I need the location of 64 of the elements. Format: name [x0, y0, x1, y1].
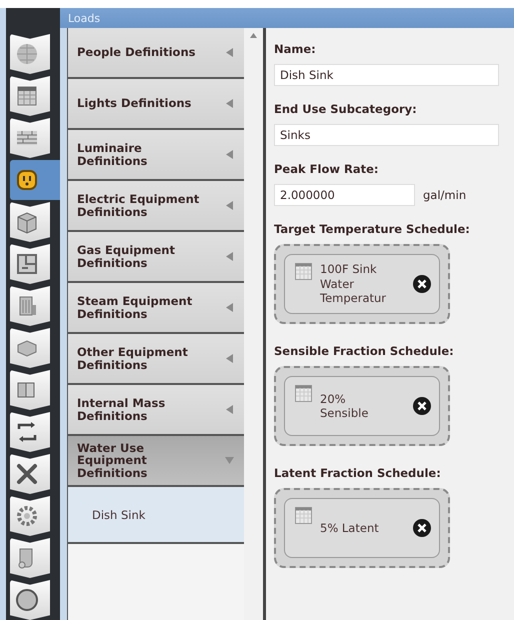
sidebar-tab[interactable] — [10, 118, 50, 158]
remove-icon[interactable] — [413, 397, 431, 415]
floor-plan-icon — [14, 251, 40, 277]
field-label: Sensible Fraction Schedule: — [274, 344, 455, 358]
caret-icon — [225, 99, 234, 108]
category-row[interactable]: Other Equipment Definitions — [68, 334, 244, 385]
sidebar-tab[interactable] — [10, 370, 50, 410]
caret-icon — [225, 456, 234, 465]
sidebar-tab[interactable] — [10, 244, 50, 284]
caret-icon — [225, 201, 234, 210]
list-item[interactable]: Dish Sink — [68, 487, 244, 544]
input-field[interactable]: 2.000000 — [274, 184, 415, 206]
schedule-card[interactable]: 20% Sensible — [284, 376, 440, 436]
category-row[interactable]: Water Use Equipment Definitions — [68, 436, 244, 487]
category-row[interactable]: Steam Equipment Definitions — [68, 283, 244, 334]
caret-icon — [225, 405, 234, 414]
drop-zone[interactable]: 100F Sink Water Temperatur — [274, 244, 450, 324]
unit-label: gal/min — [423, 188, 466, 202]
sidebar-tab[interactable] — [10, 580, 50, 620]
sidebar-tab[interactable] — [10, 496, 50, 536]
field-label: Latent Fraction Schedule: — [274, 466, 442, 480]
sidebar-tab[interactable] — [10, 202, 50, 242]
input-field[interactable]: Sinks — [274, 124, 499, 146]
field-label: Target Temperature Schedule: — [274, 222, 471, 236]
caret-icon — [225, 48, 234, 57]
caret-icon — [225, 303, 234, 312]
drop-zone[interactable]: 5% Latent — [274, 488, 450, 568]
disc-icon — [14, 587, 40, 613]
schedule-card[interactable]: 5% Latent — [284, 498, 440, 558]
caret-icon — [225, 150, 234, 159]
category-row[interactable]: Gas Equipment Definitions — [68, 232, 244, 283]
sidebar-tab[interactable] — [10, 328, 50, 368]
schedule-name: 20% Sensible — [320, 392, 370, 420]
category-row[interactable]: Lights Definitions — [68, 79, 244, 130]
category-row[interactable]: Luminaire Definitions — [68, 130, 244, 181]
calendar-icon — [295, 507, 312, 524]
category-row[interactable]: People Definitions — [68, 28, 244, 79]
schedule-name: 5% Latent — [320, 520, 380, 536]
field-label: Name: — [274, 42, 317, 56]
sidebar-tab[interactable] — [10, 76, 50, 116]
sidebar-tab[interactable] — [10, 412, 50, 452]
scroll-up-icon[interactable] — [250, 33, 257, 38]
sidebar-tab[interactable] — [10, 454, 50, 494]
sidebar-tab[interactable] — [10, 538, 50, 578]
globe-icon — [14, 41, 40, 67]
remove-icon[interactable] — [413, 275, 431, 293]
field-label: Peak Flow Rate: — [274, 162, 380, 176]
input-field[interactable]: Dish Sink — [274, 64, 499, 86]
category-row[interactable]: Electric Equipment Definitions — [68, 181, 244, 232]
panel-header: Loads — [60, 8, 514, 28]
gear-icon — [14, 503, 40, 529]
caret-icon — [225, 252, 234, 261]
field-label: End Use Subcategory: — [274, 102, 418, 116]
calendar-icon — [295, 263, 312, 280]
sidebar-tab[interactable] — [10, 286, 50, 326]
calendar-icon — [295, 385, 312, 402]
schedule-name: 100F Sink Water Temperatur — [320, 262, 388, 306]
category-row[interactable]: Internal Mass Definitions — [68, 385, 244, 436]
caret-icon — [225, 354, 234, 363]
remove-icon[interactable] — [413, 519, 431, 537]
tools-icon — [14, 461, 40, 487]
drop-zone[interactable]: 20% Sensible — [274, 366, 450, 446]
sidebar-tab[interactable] — [10, 34, 50, 74]
schedule-card[interactable]: 100F Sink Water Temperatur — [284, 254, 440, 314]
